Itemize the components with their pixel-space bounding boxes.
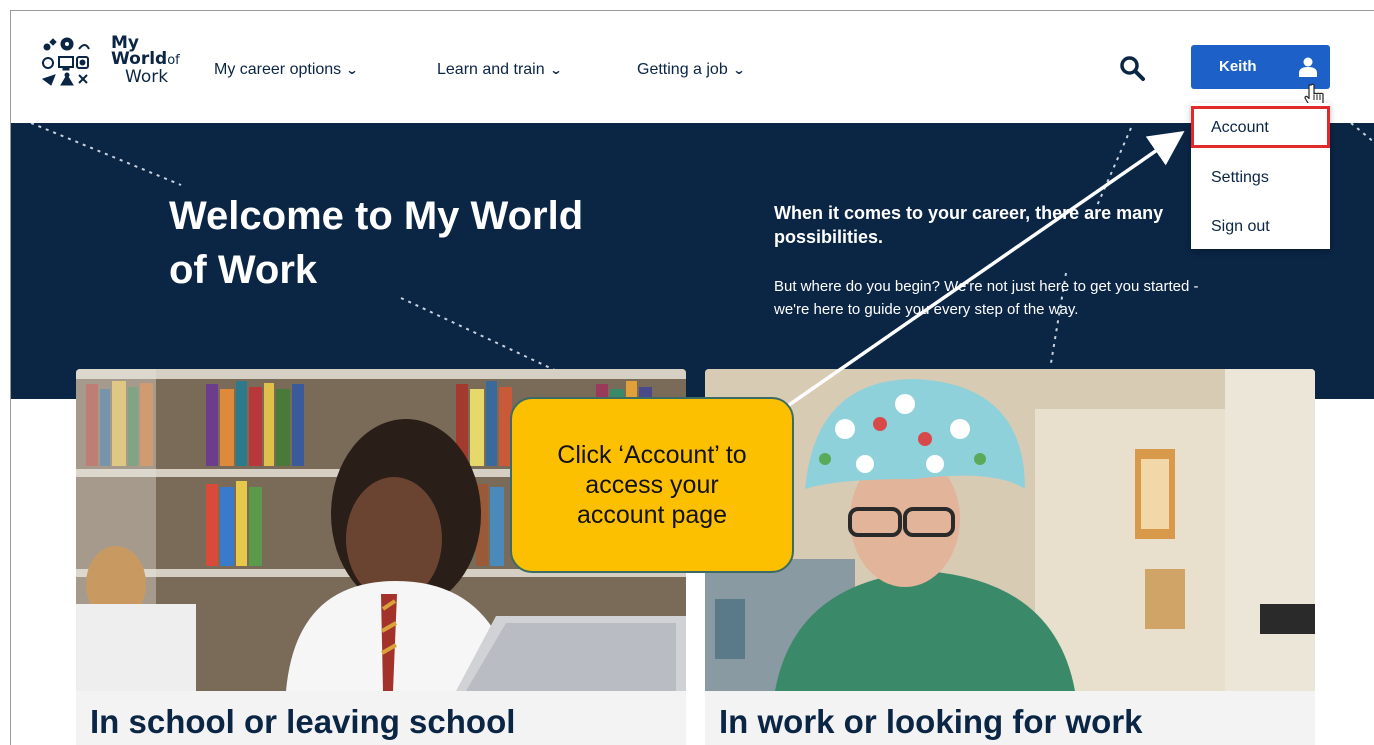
nurse-photo	[705, 369, 1315, 691]
nav-label: Getting a job	[637, 61, 728, 78]
logo-of: of	[167, 53, 180, 68]
hero-title: Welcome to My World of Work	[169, 194, 584, 292]
logo-icons	[41, 37, 90, 86]
nav-learn-and-train[interactable]: Learn and train ⌄	[437, 61, 563, 79]
user-icon	[1299, 57, 1317, 77]
card-title: In school or leaving school	[90, 703, 516, 740]
site-logo[interactable]: My Worldof Work	[39, 35, 189, 97]
logo-wordmark: My Worldof Work	[111, 35, 180, 87]
card-in-work[interactable]: In work or looking for work	[705, 369, 1315, 745]
hero-subtitle: When it comes to your career, there are …	[774, 203, 1164, 247]
chevron-down-icon: ⌄	[549, 63, 563, 77]
logo-world: World	[111, 49, 168, 69]
hero-banner: Welcome to My World of Work When it come…	[11, 123, 1374, 399]
nav-label: Learn and train	[437, 61, 545, 78]
account-highlight-box	[1191, 106, 1330, 148]
user-name: Keith	[1219, 58, 1257, 75]
browser-frame: My Worldof Work My career options ⌄ Learn…	[10, 10, 1374, 745]
card-title: In work or looking for work	[719, 703, 1143, 740]
nav-getting-a-job[interactable]: Getting a job ⌄	[637, 61, 746, 79]
nav-label: My career options	[214, 61, 342, 78]
chevron-down-icon: ⌄	[732, 63, 746, 77]
search-icon[interactable]	[1119, 55, 1145, 81]
menu-item-settings[interactable]: Settings	[1191, 158, 1330, 198]
nav-my-career-options[interactable]: My career options ⌄	[214, 61, 359, 79]
logo-work: Work	[125, 67, 169, 87]
chevron-down-icon: ⌄	[345, 63, 359, 77]
hero-body-text: But where do you begin? We're not just h…	[774, 278, 1199, 318]
menu-item-sign-out[interactable]: Sign out	[1191, 207, 1330, 247]
instruction-callout: Click ‘Account’ to access your account p…	[510, 397, 794, 573]
site-header: My Worldof Work My career options ⌄ Learn…	[11, 11, 1374, 123]
